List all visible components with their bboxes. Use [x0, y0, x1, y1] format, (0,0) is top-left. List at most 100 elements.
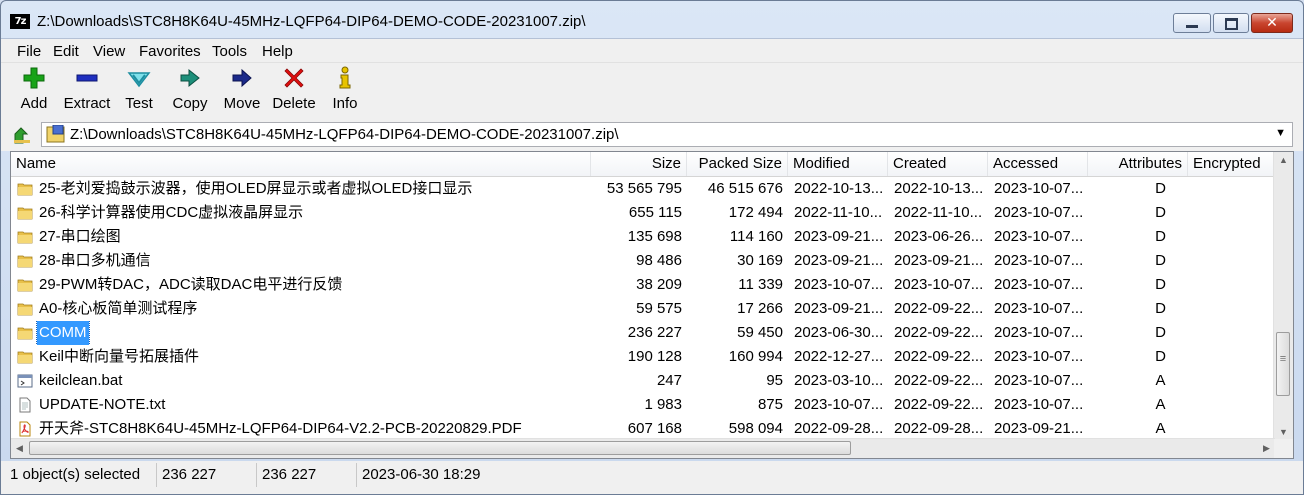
file-created: 2022-09-22... [894, 396, 984, 413]
horizontal-scroll-thumb[interactable] [29, 441, 851, 455]
double-arrow-right-icon [180, 68, 200, 88]
test-button[interactable]: Test [121, 66, 157, 112]
file-size: 135 698 [627, 228, 682, 245]
vertical-scroll-thumb[interactable] [1276, 332, 1290, 396]
folder-up-icon[interactable] [13, 126, 31, 144]
copy-label: Copy [172, 95, 208, 112]
file-row[interactable]: UPDATE-NOTE.txt 1 983 875 2023-10-07... 2022… [11, 393, 1275, 417]
close-button[interactable]: ✕ [1251, 13, 1293, 33]
file-row[interactable]: 26-科学计算器使用CDC虚拟液晶屏显示 655 115 172 494 2022-1… [11, 201, 1275, 225]
file-name-text: keilclean.bat [39, 372, 123, 389]
menu-favorites[interactable]: Favorites [139, 43, 201, 60]
delete-label: Delete [272, 95, 316, 112]
file-packed-size: 160 994 [728, 348, 783, 365]
file-name-text: A0-核心板简单测试程序 [39, 300, 198, 317]
scrollbar-corner [1274, 439, 1293, 458]
file-packed-size: 17 266 [737, 300, 783, 317]
address-path: Z:\Downloads\STC8H8K64U-45MHz-LQFP64-DIP… [70, 126, 619, 143]
minimize-button[interactable] [1173, 13, 1211, 33]
file-modified: 2023-10-07... [794, 276, 884, 293]
copy-button[interactable]: Copy [169, 66, 211, 112]
file-row[interactable]: Keil中断向量号拓展插件 190 128 160 994 2022-12-27...… [11, 345, 1275, 369]
address-dropdown-icon[interactable]: ▼ [1275, 127, 1286, 139]
file-row[interactable]: A0-核心板简单测试程序 59 575 17 266 2023-09-21... 202… [11, 297, 1275, 321]
column-name[interactable]: Name [11, 152, 591, 176]
file-accessed: 2023-10-07... [994, 180, 1084, 197]
file-created: 2022-09-22... [894, 372, 984, 389]
file-row[interactable]: COMM 236 227 59 450 2023-06-30... 2022-09-22… [11, 321, 1275, 345]
move-button[interactable]: Move [221, 66, 263, 112]
move-label: Move [223, 95, 261, 112]
toolbar: Add Extract Test Copy Move Delete Info [1, 62, 1303, 121]
file-attributes: D [1155, 276, 1166, 293]
column-packed-size[interactable]: Packed Size [687, 152, 788, 176]
file-name-text: UPDATE-NOTE.txt [39, 396, 166, 413]
column-modified[interactable]: Modified [788, 152, 888, 176]
file-size: 655 115 [628, 204, 682, 221]
test-label: Test [125, 95, 153, 112]
menu-view[interactable]: View [93, 43, 125, 60]
file-row[interactable]: 28-串口多机通信 98 486 30 169 2023-09-21... 2023-0… [11, 249, 1275, 273]
x-icon [284, 68, 304, 88]
scroll-left-icon[interactable]: ◀ [11, 439, 28, 458]
file-size: 190 128 [627, 348, 682, 365]
close-icon: ✕ [1266, 15, 1278, 31]
file-packed-size: 30 169 [737, 252, 783, 269]
file-modified: 2023-06-30... [794, 324, 884, 341]
menu-tools[interactable]: Tools [212, 43, 247, 60]
menu-file[interactable]: File [17, 43, 41, 60]
file-name-text: 26-科学计算器使用CDC虚拟液晶屏显示 [39, 204, 304, 221]
address-row: Z:\Downloads\STC8H8K64U-45MHz-LQFP64-DIP… [1, 120, 1303, 151]
address-bar[interactable]: Z:\Downloads\STC8H8K64U-45MHz-LQFP64-DIP… [41, 122, 1293, 147]
status-selection: 1 object(s) selected [7, 463, 157, 487]
column-accessed[interactable]: Accessed [988, 152, 1088, 176]
add-button[interactable]: Add [15, 66, 53, 112]
file-modified: 2022-11-10... [794, 204, 883, 221]
file-created: 2023-10-07... [894, 276, 984, 293]
menu-help[interactable]: Help [262, 43, 293, 60]
minus-icon [76, 74, 98, 82]
file-size: 98 486 [636, 252, 682, 269]
file-name: 29-PWM转DAC，ADC读取DAC电平进行反馈 [11, 273, 591, 297]
file-size: 236 227 [627, 324, 682, 341]
info-button[interactable]: Info [329, 66, 361, 112]
info-icon [339, 66, 351, 89]
7zip-app-icon[interactable]: 7z [10, 14, 30, 29]
maximize-button[interactable] [1213, 13, 1249, 33]
file-accessed: 2023-10-07... [994, 228, 1084, 245]
horizontal-scrollbar[interactable]: ◀ ▶ [11, 438, 1275, 458]
file-row[interactable]: 29-PWM转DAC，ADC读取DAC电平进行反馈 38 209 11 339 202… [11, 273, 1275, 297]
file-modified: 2023-10-07... [794, 396, 884, 413]
column-attributes[interactable]: Attributes [1088, 152, 1188, 176]
file-created: 2023-09-21... [894, 252, 984, 269]
file-name: COMM [11, 321, 591, 345]
menu-edit[interactable]: Edit [53, 43, 79, 60]
column-size[interactable]: Size [591, 152, 687, 176]
vertical-scrollbar[interactable]: ▲ ▼ [1273, 152, 1293, 441]
file-modified: 2023-09-21... [794, 300, 884, 317]
scroll-up-icon[interactable]: ▲ [1274, 152, 1293, 169]
file-row[interactable]: keilclean.bat 247 95 2023-03-10... 2022-09-2… [11, 369, 1275, 393]
file-list[interactable]: Name Size Packed Size Modified Created A… [10, 151, 1294, 459]
extract-button[interactable]: Extract [61, 66, 113, 112]
file-attributes: D [1155, 204, 1166, 221]
delete-button[interactable]: Delete [271, 66, 317, 112]
column-encrypted[interactable]: Encrypted [1188, 152, 1275, 176]
main-window: 7z Z:\Downloads\STC8H8K64U-45MHz-LQFP64-… [0, 0, 1304, 495]
scroll-right-icon[interactable]: ▶ [1258, 439, 1275, 458]
file-packed-size: 59 450 [737, 324, 783, 341]
file-name-text: 29-PWM转DAC，ADC读取DAC电平进行反馈 [39, 276, 343, 293]
title-bar[interactable]: 7z Z:\Downloads\STC8H8K64U-45MHz-LQFP64-… [1, 1, 1303, 37]
column-created[interactable]: Created [888, 152, 988, 176]
minimize-icon [1174, 14, 1210, 32]
file-created: 2022-09-22... [894, 300, 984, 317]
plus-icon [23, 67, 45, 89]
column-header: Name Size Packed Size Modified Created A… [11, 152, 1275, 177]
file-attributes: D [1155, 324, 1166, 341]
file-accessed: 2023-10-07... [994, 300, 1084, 317]
file-name: 26-科学计算器使用CDC虚拟液晶屏显示 [11, 201, 591, 225]
file-accessed: 2023-10-07... [994, 396, 1084, 413]
file-row[interactable]: 27-串口绘图 135 698 114 160 2023-09-21... 2023-0… [11, 225, 1275, 249]
checkmark-icon [127, 72, 151, 88]
file-row[interactable]: 25-老刘爱捣鼓示波器，使用OLED屏显示或者虚拟OLED接口显示 53 565 … [11, 177, 1275, 201]
